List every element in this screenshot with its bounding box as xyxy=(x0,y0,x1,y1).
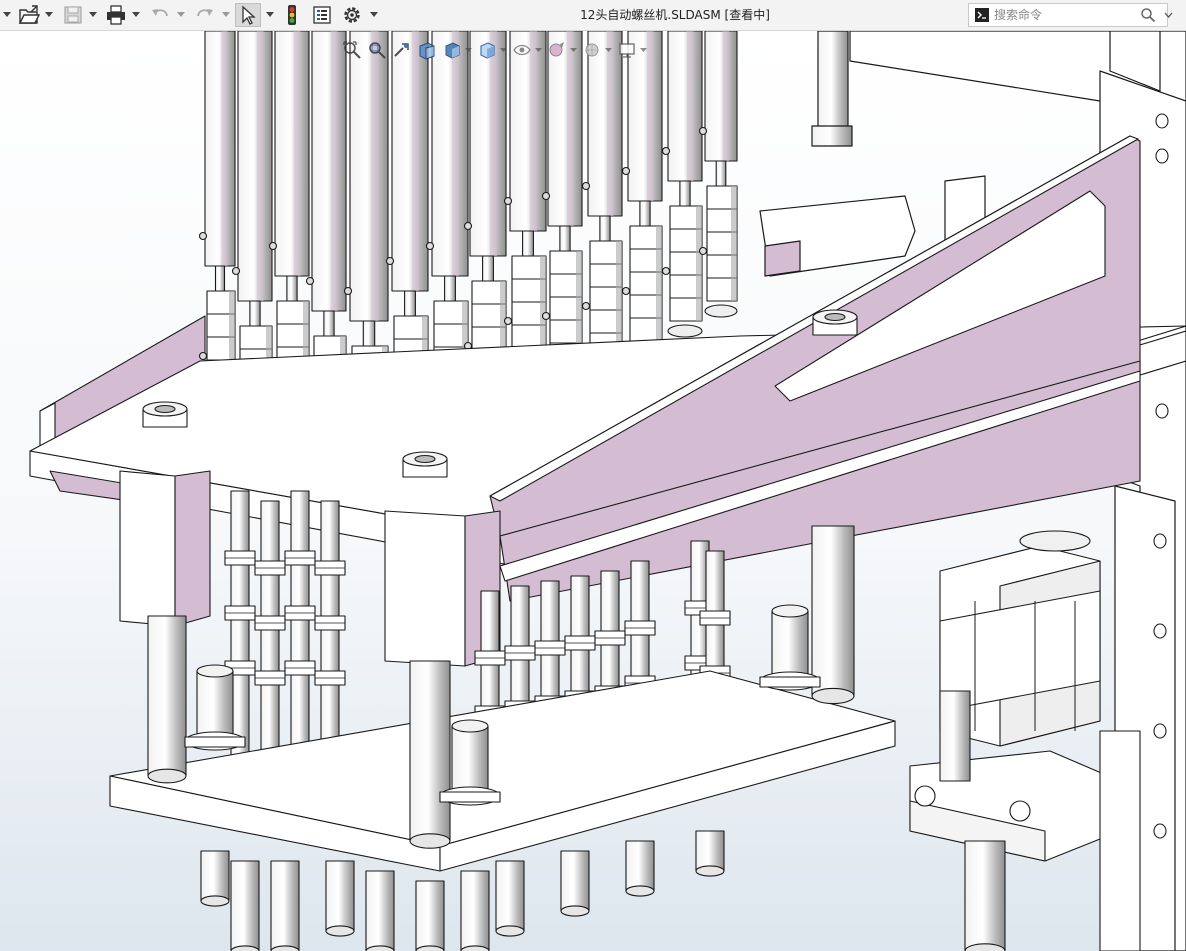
search-input[interactable] xyxy=(990,5,1138,25)
lower-spindle xyxy=(415,880,445,951)
print-dropdown-arrow[interactable] xyxy=(131,8,141,22)
select-button[interactable] xyxy=(235,3,261,27)
file-properties-icon xyxy=(311,4,333,26)
print-button[interactable] xyxy=(105,3,127,27)
menu-arrow-icon[interactable] xyxy=(2,8,12,22)
motor-shaft-cap xyxy=(1019,530,1091,552)
frame-hole xyxy=(1155,148,1169,164)
window-title: 12头自动螺丝机.SLDASM [查看中] xyxy=(580,8,770,22)
hide-show-icon[interactable] xyxy=(510,38,534,62)
right-rail xyxy=(1099,730,1141,951)
apply-scene-arrow[interactable] xyxy=(605,38,612,62)
open-dropdown-arrow[interactable] xyxy=(44,8,54,22)
edit-appearance-arrow[interactable] xyxy=(570,38,577,62)
section-view-icon[interactable] xyxy=(415,38,439,62)
lower-spindle xyxy=(200,850,230,907)
mounting-hole xyxy=(914,785,936,807)
options-icon xyxy=(341,4,363,26)
vertical-post xyxy=(964,840,1006,951)
redo-icon xyxy=(194,4,216,26)
left-column-side xyxy=(174,470,211,627)
search-dropdown-arrow[interactable] xyxy=(1164,12,1173,18)
undo-button[interactable] xyxy=(149,3,171,27)
assembly-model[interactable] xyxy=(0,31,1186,951)
lower-spindle xyxy=(495,860,525,937)
lower-spindle xyxy=(325,860,355,937)
open-button[interactable] xyxy=(18,3,40,27)
frame-hole xyxy=(1155,113,1169,129)
display-style-arrow[interactable] xyxy=(500,38,507,62)
print-icon xyxy=(105,4,127,26)
zoom-to-fit-icon[interactable] xyxy=(340,38,364,62)
undo-dropdown-arrow[interactable] xyxy=(176,8,186,22)
frame-hole xyxy=(1155,403,1169,419)
search-box[interactable] xyxy=(968,3,1173,27)
hex-nut xyxy=(812,309,858,336)
rebuild-icon xyxy=(281,4,303,26)
frame-hole xyxy=(1153,623,1167,639)
lower-spindle xyxy=(460,870,490,951)
frame-hole xyxy=(1153,723,1167,739)
save-button[interactable] xyxy=(62,3,84,27)
lower-spindle xyxy=(695,830,725,877)
redo-dropdown-arrow[interactable] xyxy=(221,8,231,22)
previous-view-icon[interactable] xyxy=(390,38,414,62)
graphics-area[interactable] xyxy=(0,31,1186,951)
hex-nut xyxy=(402,451,448,478)
undo-icon xyxy=(149,4,171,26)
view-settings-icon[interactable] xyxy=(615,38,639,62)
lower-spindle xyxy=(560,850,590,917)
view-orientation-arrow[interactable] xyxy=(465,38,472,62)
center-column xyxy=(384,510,466,667)
redo-button[interactable] xyxy=(194,3,216,27)
frame-hole xyxy=(1153,533,1167,549)
rebuild-button[interactable] xyxy=(281,3,303,27)
search-icon[interactable] xyxy=(1140,7,1156,23)
options-button[interactable] xyxy=(341,3,363,27)
frame-hole xyxy=(1153,823,1167,839)
options-dropdown-arrow[interactable] xyxy=(369,8,379,22)
left-column xyxy=(119,470,176,627)
lower-spindle xyxy=(625,840,655,897)
mounting-hole xyxy=(1009,800,1031,822)
title-bar: 12头自动螺丝机.SLDASM [查看中] xyxy=(0,0,1186,31)
view-settings-arrow[interactable] xyxy=(640,38,647,62)
display-style-icon[interactable] xyxy=(475,38,499,62)
hide-show-arrow[interactable] xyxy=(535,38,542,62)
open-icon xyxy=(18,4,40,26)
zoom-area-icon[interactable] xyxy=(365,38,389,62)
select-icon xyxy=(238,5,258,25)
view-orientation-icon[interactable] xyxy=(440,38,464,62)
heads-up-toolbar xyxy=(340,37,670,63)
apply-scene-icon[interactable] xyxy=(580,38,604,62)
save-icon xyxy=(62,4,84,26)
lower-spindle xyxy=(365,870,395,951)
select-dropdown-arrow[interactable] xyxy=(265,8,275,22)
guide-pillar xyxy=(409,660,451,849)
lower-spindle xyxy=(230,860,260,951)
hex-nut xyxy=(142,401,188,428)
edit-appearance-icon[interactable] xyxy=(545,38,569,62)
locating-pin xyxy=(939,690,971,782)
command-prompt-icon xyxy=(974,7,990,23)
file-properties-button[interactable] xyxy=(311,3,333,27)
lower-spindle xyxy=(270,860,300,951)
save-dropdown-arrow[interactable] xyxy=(88,8,98,22)
guide-pillar xyxy=(147,615,187,784)
